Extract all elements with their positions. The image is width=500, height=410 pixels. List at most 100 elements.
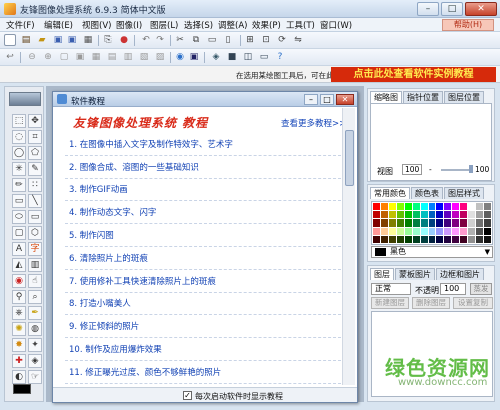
eyedropper-tool[interactable]: ⚲ <box>12 290 26 304</box>
color-swatch[interactable] <box>380 235 388 243</box>
color-swatch[interactable] <box>380 227 388 235</box>
magic-wand-tool[interactable]: ✳ <box>12 162 26 176</box>
color-swatch[interactable] <box>484 203 491 211</box>
clone-tool[interactable]: ⎈ <box>12 306 26 320</box>
color-swatch[interactable] <box>444 219 452 227</box>
tab-layer-position[interactable]: 图层位置 <box>444 91 484 103</box>
color-swatch[interactable] <box>420 227 428 235</box>
color-swatch[interactable] <box>444 227 452 235</box>
maximize-button[interactable]: □ <box>441 2 463 16</box>
color-swatch[interactable] <box>460 211 468 219</box>
flip-icon[interactable]: ⇋ <box>292 34 304 46</box>
rect-select-tool[interactable]: ⬚ <box>12 114 26 128</box>
show-on-startup-checkbox[interactable]: ✓ <box>183 391 192 400</box>
color-swatch[interactable] <box>412 203 420 211</box>
rotate-icon[interactable]: ⟳ <box>276 34 288 46</box>
stamp-tool[interactable]: ◐ <box>12 370 26 384</box>
color-swatch[interactable] <box>436 227 444 235</box>
spray-tool[interactable]: ∷ <box>28 178 42 192</box>
polygon-tool[interactable]: ⬡ <box>28 226 42 240</box>
color-swatch[interactable] <box>444 211 452 219</box>
color-swatch[interactable] <box>444 235 452 243</box>
color-swatch[interactable] <box>452 219 460 227</box>
color-swatch[interactable] <box>436 235 444 243</box>
color-swatch[interactable] <box>380 203 388 211</box>
color-swatch[interactable] <box>373 203 380 211</box>
color-swatch[interactable] <box>412 211 420 219</box>
fit-icon[interactable]: ▢ <box>58 51 70 63</box>
resize-icon[interactable]: ⊡ <box>260 34 272 46</box>
color-swatch[interactable] <box>452 211 460 219</box>
print-icon[interactable]: ▦ <box>82 34 94 46</box>
minimize-button[interactable]: – <box>417 2 439 16</box>
tab-common-colors[interactable]: 常用颜色 <box>370 187 410 199</box>
color-swatch[interactable] <box>436 203 444 211</box>
color-swatch[interactable] <box>436 219 444 227</box>
color-swatch[interactable] <box>420 235 428 243</box>
color-swatch[interactable] <box>404 235 412 243</box>
sharpen-tool[interactable]: ✺ <box>12 322 26 336</box>
tutorial-banner[interactable]: 点击此处查看软件实例教程 <box>331 67 496 82</box>
color-swatch[interactable] <box>428 227 436 235</box>
eraser-tool[interactable]: ▭ <box>12 194 26 208</box>
color-swatch[interactable] <box>468 203 476 211</box>
ruler-icon[interactable]: ▤ <box>106 51 118 63</box>
color-swatch[interactable] <box>476 211 484 219</box>
color-swatch[interactable] <box>404 219 412 227</box>
grid-icon[interactable]: ▦ <box>90 51 102 63</box>
tab-mask-images[interactable]: 蒙板图片 <box>395 268 435 280</box>
color-swatch[interactable] <box>444 203 452 211</box>
dialog-close-button[interactable]: ✕ <box>336 94 354 105</box>
color-palette[interactable] <box>371 201 493 245</box>
copy-layer-button[interactable]: 设置复制 <box>453 297 493 309</box>
menu-file[interactable]: 文件(F) <box>6 19 35 31</box>
brush-tool[interactable]: ✎ <box>28 162 42 176</box>
tutorial-item[interactable]: 3. 制作GIF动画 <box>65 179 341 202</box>
color-swatch[interactable] <box>388 219 396 227</box>
color-swatch[interactable] <box>460 219 468 227</box>
color-swatch[interactable] <box>428 219 436 227</box>
color-swatch[interactable] <box>428 235 436 243</box>
tutorial-item[interactable]: 2. 图像合成、溶图的一些基础知识 <box>65 156 341 179</box>
heal-tool[interactable]: ◈ <box>28 354 42 368</box>
zoom-out-icon[interactable]: ⊖ <box>26 51 38 63</box>
hand-tool[interactable]: ☞ <box>28 370 42 384</box>
paste-icon[interactable]: ▭ <box>206 34 218 46</box>
color-swatch[interactable] <box>460 227 468 235</box>
ellipse-select-tool[interactable]: ◯ <box>12 146 26 160</box>
red-eye-tool[interactable]: ◉ <box>12 274 26 288</box>
tab-color-table[interactable]: 颜色表 <box>411 187 443 199</box>
dialog-minimize-button[interactable]: – <box>304 94 318 105</box>
color-swatch[interactable] <box>404 211 412 219</box>
help-icon[interactable]: ? <box>274 51 286 63</box>
tab-pointer-position[interactable]: 指针位置 <box>403 91 443 103</box>
menu-select[interactable]: 选择(S) <box>184 19 213 31</box>
color-swatch[interactable] <box>396 219 404 227</box>
close-button[interactable]: ✕ <box>465 2 497 16</box>
color-swatch[interactable] <box>428 211 436 219</box>
color-swatch[interactable] <box>476 219 484 227</box>
zoom-slider[interactable] <box>441 169 471 171</box>
fill-tool[interactable]: ◭ <box>12 258 26 272</box>
color-swatch[interactable] <box>396 211 404 219</box>
history-icon[interactable]: ▨ <box>154 51 166 63</box>
crop-icon[interactable]: ⊞ <box>244 34 256 46</box>
color-swatch[interactable] <box>452 235 460 243</box>
redo-icon[interactable]: ↷ <box>154 34 166 46</box>
web-icon[interactable]: ◈ <box>210 51 222 63</box>
color-swatch[interactable] <box>476 203 484 211</box>
dialog-maximize-button[interactable]: □ <box>320 94 334 105</box>
color-swatch[interactable] <box>420 211 428 219</box>
menu-adjust[interactable]: 调整(A) <box>218 19 247 31</box>
zoom-in-icon[interactable]: ⊕ <box>42 51 54 63</box>
guide-icon[interactable]: ▥ <box>122 51 134 63</box>
color-swatch[interactable] <box>468 219 476 227</box>
tutorial-item[interactable]: 4. 制作动态文字、闪字 <box>65 201 341 225</box>
menu-help[interactable]: 帮助(H) <box>442 19 494 31</box>
tutorial-item[interactable]: 5. 制作闪图 <box>65 224 341 247</box>
tutorial-item[interactable]: 10. 制作及应用爆炸效果 <box>65 338 341 361</box>
blend-mode-select[interactable]: 正常 <box>371 283 411 295</box>
layers-icon[interactable]: ▧ <box>138 51 150 63</box>
delete-layer-button[interactable]: 删除图层 <box>412 297 450 309</box>
color-swatch[interactable] <box>380 211 388 219</box>
